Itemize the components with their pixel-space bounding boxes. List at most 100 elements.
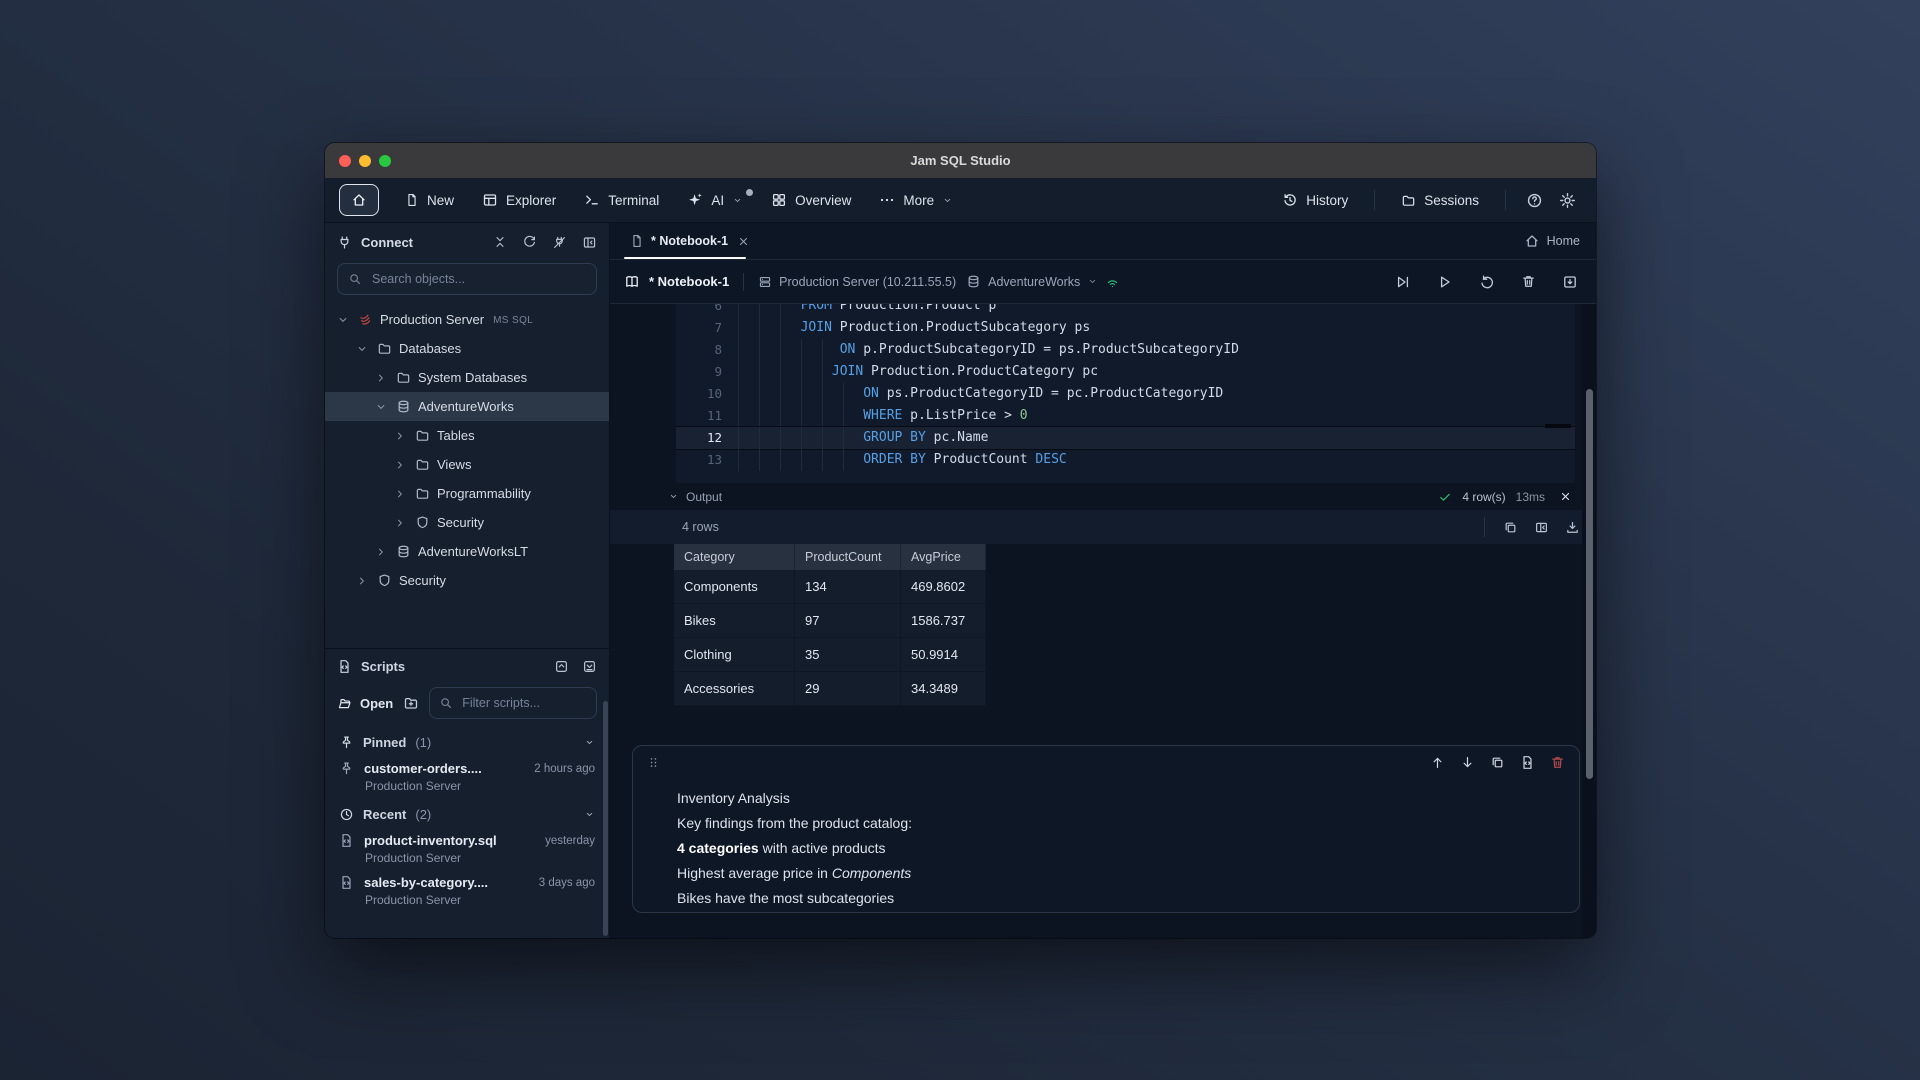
refresh-icon[interactable] bbox=[522, 235, 537, 250]
open-in-panel-icon[interactable] bbox=[1534, 520, 1549, 535]
code-line-9[interactable]: 9JOIN Production.ProductCategory pc bbox=[676, 361, 1575, 383]
settings-button[interactable] bbox=[1553, 186, 1582, 215]
home-link[interactable]: Home bbox=[1524, 233, 1596, 249]
scrollbar-thumb[interactable] bbox=[1586, 389, 1593, 779]
window-title: Jam SQL Studio bbox=[325, 153, 1596, 168]
tree-item-views[interactable]: Views bbox=[325, 450, 609, 479]
tree-item-security[interactable]: Security bbox=[325, 566, 609, 595]
tree-item-tables[interactable]: Tables bbox=[325, 421, 609, 450]
code-line-13[interactable]: 13ORDER BY ProductCount DESC bbox=[676, 449, 1575, 471]
tree-item-security[interactable]: Security bbox=[325, 508, 609, 537]
script-time: 3 days ago bbox=[539, 877, 595, 889]
sidebar-scrollbar[interactable] bbox=[603, 701, 608, 936]
code-line-12[interactable]: 12GROUP BY pc.Name bbox=[676, 427, 1575, 449]
object-search[interactable] bbox=[337, 263, 597, 295]
chevron-down-icon[interactable] bbox=[584, 809, 595, 820]
table-row[interactable]: Accessories2934.3489 bbox=[674, 672, 986, 706]
drag-handle-icon[interactable] bbox=[647, 756, 660, 769]
scrollbar-track[interactable] bbox=[1582, 304, 1596, 938]
search-input[interactable] bbox=[370, 271, 586, 287]
collapse-all-icon[interactable] bbox=[493, 235, 507, 250]
script-item-product-inventory-sql[interactable]: product-inventory.sqlyesterdayProduction… bbox=[325, 829, 609, 871]
filter-scripts[interactable] bbox=[429, 687, 597, 719]
sessions-button[interactable]: Sessions bbox=[1389, 187, 1491, 214]
explorer-button[interactable]: Explorer bbox=[470, 186, 568, 214]
terminal-button[interactable]: Terminal bbox=[572, 186, 671, 214]
database-selector[interactable]: AdventureWorks bbox=[966, 274, 1120, 289]
disconnect-icon[interactable] bbox=[552, 235, 567, 250]
collapse-panel-icon[interactable] bbox=[554, 659, 569, 674]
book-icon bbox=[624, 274, 640, 290]
history-button[interactable]: History bbox=[1270, 186, 1360, 214]
code-line-8[interactable]: 8ON p.ProductSubcategoryID = ps.ProductS… bbox=[676, 339, 1575, 361]
tree-item-production-server[interactable]: Production ServerMS SQL bbox=[325, 305, 609, 334]
chevron-right-icon[interactable] bbox=[373, 372, 388, 384]
chevron-right-icon[interactable] bbox=[392, 517, 407, 529]
download-results-icon[interactable] bbox=[1565, 520, 1580, 535]
new-button[interactable]: New bbox=[393, 187, 466, 214]
code-line-11[interactable]: 11WHERE p.ListPrice > 0 bbox=[676, 405, 1575, 427]
script-item-sales-by-category[interactable]: sales-by-category....3 days agoProductio… bbox=[325, 871, 609, 913]
move-up-button[interactable] bbox=[1430, 755, 1445, 770]
markdown-cell[interactable]: Inventory AnalysisKey findings from the … bbox=[632, 745, 1580, 913]
chevron-down-icon[interactable] bbox=[373, 401, 388, 413]
close-output-icon[interactable] bbox=[1559, 490, 1572, 503]
move-down-button[interactable] bbox=[1460, 755, 1475, 770]
chevron-right-icon[interactable] bbox=[354, 575, 369, 587]
tab-notebook-1[interactable]: * Notebook-1 bbox=[620, 223, 760, 259]
script-item-customer-orders[interactable]: customer-orders....2 hours agoProduction… bbox=[325, 757, 609, 799]
delete-button[interactable] bbox=[1521, 274, 1536, 290]
run-button[interactable] bbox=[1437, 274, 1453, 290]
tree-item-databases[interactable]: Databases bbox=[325, 334, 609, 363]
chevron-down-icon[interactable] bbox=[584, 737, 595, 748]
delete-cell-button[interactable] bbox=[1550, 755, 1565, 770]
save-button[interactable] bbox=[1562, 274, 1578, 290]
code-line-6[interactable]: 6FROM Production.Product p bbox=[676, 304, 1575, 317]
scripts-group-recent[interactable]: Recent(2) bbox=[325, 799, 609, 829]
new-folder-button[interactable] bbox=[403, 695, 419, 711]
column-header-productcount[interactable]: ProductCount bbox=[795, 544, 901, 570]
tree-item-system-databases[interactable]: System Databases bbox=[325, 363, 609, 392]
filter-input[interactable] bbox=[460, 695, 587, 711]
ai-button[interactable]: AI bbox=[675, 186, 755, 214]
tree-item-adventureworkslt[interactable]: AdventureWorksLT bbox=[325, 537, 609, 566]
table-row[interactable]: Bikes971586.737 bbox=[674, 604, 986, 638]
connection-info[interactable]: Production Server (10.211.55.5) bbox=[758, 275, 956, 289]
line-number: 10 bbox=[676, 383, 738, 405]
code-line-7[interactable]: 7JOIN Production.ProductSubcategory ps bbox=[676, 317, 1575, 339]
convert-to-code-button[interactable] bbox=[1520, 755, 1535, 770]
code-text: JOIN Production.ProductCategory pc bbox=[832, 361, 1098, 383]
column-header-avgprice[interactable]: AvgPrice bbox=[901, 544, 986, 570]
code-line-10[interactable]: 10ON ps.ProductCategoryID = pc.ProductCa… bbox=[676, 383, 1575, 405]
scripts-group-pinned[interactable]: Pinned(1) bbox=[325, 727, 609, 757]
column-header-category[interactable]: Category bbox=[674, 544, 795, 570]
home-icon bbox=[1524, 233, 1540, 249]
tree-item-programmability[interactable]: Programmability bbox=[325, 479, 609, 508]
table-row[interactable]: Components134469.8602 bbox=[674, 570, 986, 604]
copy-results-icon[interactable] bbox=[1503, 520, 1518, 535]
table-row[interactable]: Clothing3550.9914 bbox=[674, 638, 986, 672]
duplicate-cell-button[interactable] bbox=[1490, 755, 1505, 770]
chevron-right-icon[interactable] bbox=[392, 488, 407, 500]
chevron-right-icon[interactable] bbox=[392, 459, 407, 471]
run-all-button[interactable] bbox=[1395, 274, 1411, 290]
code-text: ON p.ProductSubcategoryID = ps.ProductSu… bbox=[840, 339, 1239, 361]
pin-icon bbox=[339, 735, 354, 750]
chevron-right-icon[interactable] bbox=[392, 430, 407, 442]
restart-button[interactable] bbox=[1479, 274, 1495, 290]
tree-item-adventureworks[interactable]: AdventureWorks bbox=[325, 392, 609, 421]
open-script-button[interactable]: Open bbox=[337, 696, 393, 711]
more-button[interactable]: More bbox=[867, 186, 965, 214]
chevron-down-icon[interactable] bbox=[354, 343, 369, 355]
close-tab-icon[interactable] bbox=[737, 235, 750, 248]
overview-button[interactable]: Overview bbox=[759, 186, 863, 214]
help-button[interactable] bbox=[1520, 186, 1549, 215]
home-button[interactable] bbox=[339, 184, 379, 216]
sql-code-cell[interactable]: 6FROM Production.Product p7JOIN Producti… bbox=[676, 304, 1575, 483]
chevron-down-icon[interactable] bbox=[335, 314, 350, 326]
expand-panel-icon[interactable] bbox=[582, 659, 597, 674]
chevron-right-icon[interactable] bbox=[373, 546, 388, 558]
dock-panel-icon[interactable] bbox=[582, 235, 597, 250]
markdown-line: Bikes have the most subcategories bbox=[677, 886, 1549, 911]
chevron-down-icon[interactable] bbox=[668, 491, 679, 502]
